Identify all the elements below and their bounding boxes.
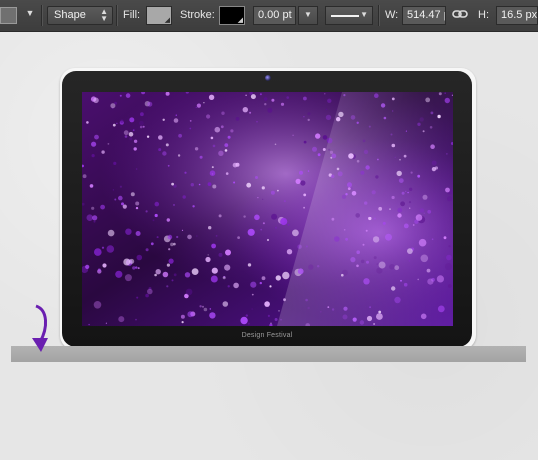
stroke-color-swatch[interactable]: ◢ <box>219 6 245 25</box>
separator <box>378 5 379 26</box>
tablet-brand-label: Design Festival <box>241 332 293 339</box>
tool-mode-value: Shape <box>54 9 86 21</box>
curved-arrow-icon <box>32 304 48 352</box>
fill-label: Fill: <box>123 9 141 21</box>
chevron-down-icon: ▼ <box>360 10 368 19</box>
stroke-width-field[interactable]: 0.00 pt <box>253 6 296 25</box>
separator <box>41 5 42 26</box>
updown-arrows-icon: ▲ ▼ <box>100 7 108 23</box>
tool-mode-select[interactable]: Shape ▲ ▼ <box>47 6 113 25</box>
height-field[interactable]: 16.5 px <box>496 6 538 25</box>
chevron-down-icon: ◢ <box>237 17 243 24</box>
stroke-width-dropdown[interactable]: ▼ <box>298 6 318 25</box>
options-bar: ▼ Shape ▲ ▼ Fill: ◢ Stroke: ◢ 0.00 pt ▼ ▼… <box>0 0 538 32</box>
height-label: H: <box>478 9 489 21</box>
solid-line-icon <box>331 15 359 17</box>
shape-tool-icon[interactable] <box>0 7 17 24</box>
width-label: W: <box>385 9 399 21</box>
stroke-type-select[interactable]: ▼ <box>325 6 373 25</box>
purple-glitter-photo <box>82 92 453 326</box>
separator <box>116 5 117 26</box>
stroke-label: Stroke: <box>180 9 215 21</box>
fill-color-swatch[interactable]: ◢ <box>146 6 172 25</box>
tablet-screen <box>82 92 453 326</box>
chevron-down-icon[interactable]: ▼ <box>24 8 36 27</box>
chevron-down-icon: ◢ <box>164 17 170 24</box>
shelf-rectangle-shape[interactable] <box>11 346 526 362</box>
camera-icon <box>265 75 271 81</box>
link-icon[interactable] <box>452 7 470 26</box>
tablet-mockup: Design Festival <box>60 68 476 350</box>
width-field[interactable]: 514.47 p <box>402 6 446 25</box>
tablet-bezel: Design Festival <box>62 71 472 347</box>
